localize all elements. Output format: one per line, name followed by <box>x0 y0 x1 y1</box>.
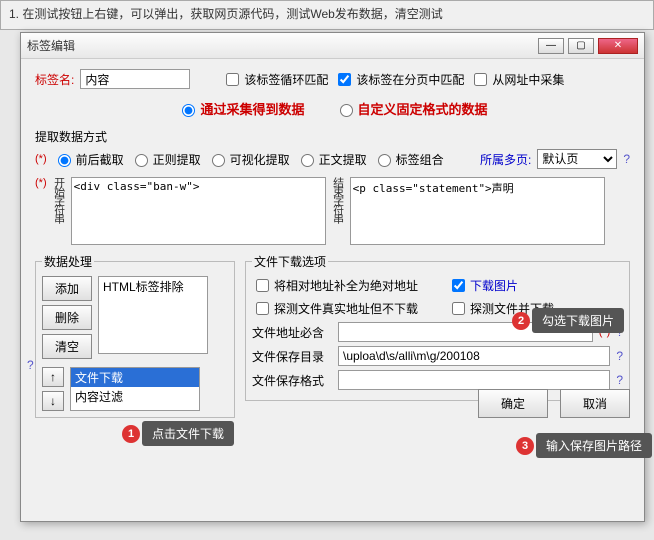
required-star: (*) <box>35 153 47 165</box>
download-legend: 文件下载选项 <box>252 253 328 270</box>
background-window-hint: 1. 在测试按钮上右键，可以弹出，获取网页源代码，测试Web发布数据，清空测试 <box>0 0 654 30</box>
process-listbox-top[interactable]: HTML标签排除 <box>98 276 208 354</box>
frontback-radio[interactable]: 前后截取 <box>53 151 124 168</box>
help-icon[interactable]: ? <box>27 358 34 372</box>
tagname-input[interactable] <box>80 69 190 89</box>
callout-badge-1: 1 <box>122 425 140 443</box>
list-item-selected[interactable]: 文件下载 <box>71 368 199 387</box>
belong-label: 所属多页: <box>480 151 531 168</box>
callout-3: 输入保存图片路径 <box>536 433 652 458</box>
body-radio[interactable]: 正文提取 <box>296 151 367 168</box>
add-button[interactable]: 添加 <box>42 276 92 301</box>
start-string-textarea[interactable]: <div class="ban-w"> <box>71 177 326 245</box>
ok-button[interactable]: 确定 <box>478 389 548 418</box>
titlebar: 标签编辑 — ▢ ✕ <box>21 33 644 59</box>
save-dir-label: 文件保存目录 <box>252 348 332 365</box>
via-collect-radio[interactable]: 通过采集得到数据 <box>177 99 304 118</box>
callout-2: 勾选下载图片 <box>532 308 624 333</box>
clear-button[interactable]: 清空 <box>42 334 92 359</box>
data-processing-fieldset: 数据处理 添加 删除 清空 HTML标签排除 ↑ ↓ <box>35 253 235 418</box>
addr-must-label: 文件地址必含 <box>252 324 332 341</box>
save-fmt-label: 文件保存格式 <box>252 372 332 389</box>
regex-radio[interactable]: 正则提取 <box>130 151 201 168</box>
move-down-button[interactable]: ↓ <box>42 391 64 411</box>
tagname-label: 标签名: <box>35 71 74 88</box>
help-icon[interactable]: ? <box>616 349 623 363</box>
list-item[interactable]: HTML标签排除 <box>99 277 207 296</box>
help-icon[interactable]: ? <box>623 152 630 166</box>
callout-1: 点击文件下载 <box>142 421 234 446</box>
loop-match-checkbox[interactable]: 该标签循环匹配 <box>222 70 328 89</box>
maximize-button[interactable]: ▢ <box>568 38 594 54</box>
help-icon[interactable]: ? <box>616 373 623 387</box>
close-button[interactable]: ✕ <box>598 38 638 54</box>
required-star: (*) <box>35 177 47 189</box>
delete-button[interactable]: 删除 <box>42 305 92 330</box>
url-collect-checkbox[interactable]: 从网址中采集 <box>470 70 564 89</box>
end-string-textarea[interactable]: <p class="statement">声明 <box>350 177 605 245</box>
move-up-button[interactable]: ↑ <box>42 367 64 387</box>
extract-method-label: 提取数据方式 <box>35 128 630 145</box>
belong-select[interactable]: 默认页 <box>537 149 617 169</box>
cancel-button[interactable]: 取消 <box>560 389 630 418</box>
page-match-checkbox[interactable]: 该标签在分页中匹配 <box>334 70 464 89</box>
end-string-label: 结束字符串 <box>330 177 346 222</box>
custom-fixed-radio[interactable]: 自定义固定格式的数据 <box>335 99 488 118</box>
download-image-checkbox[interactable]: 下载图片 <box>448 276 518 295</box>
combo-radio[interactable]: 标签组合 <box>373 151 444 168</box>
data-processing-legend: 数据处理 <box>42 253 94 270</box>
save-fmt-input[interactable] <box>338 370 610 390</box>
callout-badge-2: 2 <box>512 312 530 330</box>
abs-url-checkbox[interactable]: 将相对地址补全为绝对地址 <box>252 276 442 295</box>
probe-nodl-checkbox[interactable]: 探测文件真实地址但不下载 <box>252 299 442 318</box>
callout-badge-3: 3 <box>516 437 534 455</box>
start-string-label: 开始字符串 <box>51 177 67 222</box>
dialog-title: 标签编辑 <box>27 37 538 54</box>
save-dir-input[interactable] <box>338 346 610 366</box>
list-item[interactable]: 内容过滤 <box>71 387 199 406</box>
visual-radio[interactable]: 可视化提取 <box>207 151 290 168</box>
process-listbox-bottom[interactable]: 文件下载 内容过滤 <box>70 367 200 411</box>
minimize-button[interactable]: — <box>538 38 564 54</box>
